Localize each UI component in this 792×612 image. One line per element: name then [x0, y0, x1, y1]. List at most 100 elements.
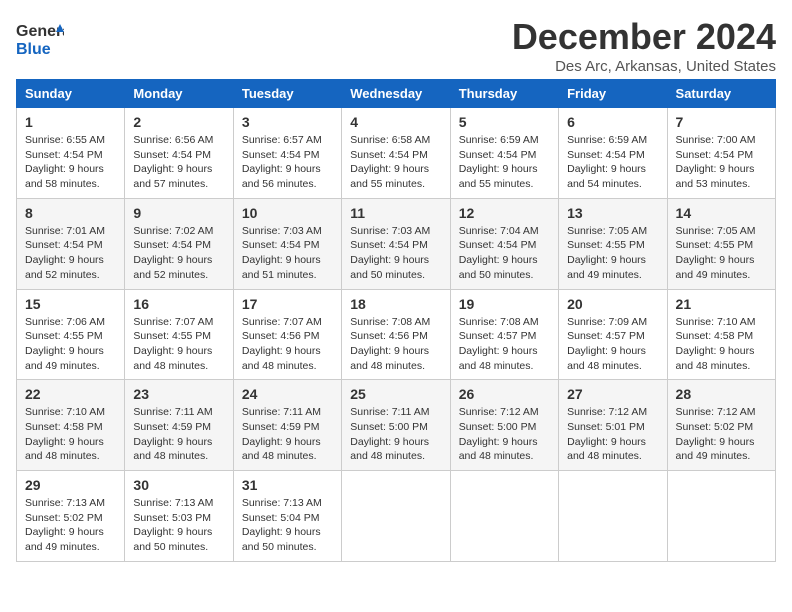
- daylight-label: Daylight: 9 hours and 49 minutes.: [676, 254, 755, 281]
- daylight-label: Daylight: 9 hours and 57 minutes.: [133, 163, 212, 190]
- weekday-header-monday: Monday: [125, 80, 233, 108]
- sunset-label: Sunset: 4:55 PM: [25, 330, 103, 342]
- sunrise-label: Sunrise: 7:05 AM: [676, 225, 756, 237]
- day-number: 22: [25, 386, 116, 402]
- title-area: December 2024 Des Arc, Arkansas, United …: [512, 16, 776, 75]
- day-number: 8: [25, 205, 116, 221]
- daylight-label: Daylight: 9 hours and 55 minutes.: [350, 163, 429, 190]
- sunrise-label: Sunrise: 6:59 AM: [567, 134, 647, 146]
- day-number: 3: [242, 114, 333, 130]
- calendar-cell: 1 Sunrise: 6:55 AM Sunset: 4:54 PM Dayli…: [17, 108, 125, 199]
- calendar-week-2: 8 Sunrise: 7:01 AM Sunset: 4:54 PM Dayli…: [17, 198, 776, 289]
- sunrise-label: Sunrise: 6:55 AM: [25, 134, 105, 146]
- sunrise-label: Sunrise: 7:06 AM: [25, 316, 105, 328]
- sunset-label: Sunset: 5:00 PM: [459, 421, 537, 433]
- day-number: 14: [676, 205, 767, 221]
- sunrise-label: Sunrise: 7:07 AM: [133, 316, 213, 328]
- sunset-label: Sunset: 4:57 PM: [567, 330, 645, 342]
- location: Des Arc, Arkansas, United States: [512, 58, 776, 75]
- sunset-label: Sunset: 4:54 PM: [567, 149, 645, 161]
- daylight-label: Daylight: 9 hours and 55 minutes.: [459, 163, 538, 190]
- daylight-label: Daylight: 9 hours and 48 minutes.: [676, 345, 755, 372]
- calendar-cell: 14 Sunrise: 7:05 AM Sunset: 4:55 PM Dayl…: [667, 198, 775, 289]
- day-info: Sunrise: 7:10 AM Sunset: 4:58 PM Dayligh…: [676, 315, 767, 374]
- sunset-label: Sunset: 4:54 PM: [676, 149, 754, 161]
- daylight-label: Daylight: 9 hours and 48 minutes.: [350, 345, 429, 372]
- day-info: Sunrise: 6:55 AM Sunset: 4:54 PM Dayligh…: [25, 133, 116, 192]
- sunrise-label: Sunrise: 7:02 AM: [133, 225, 213, 237]
- sunrise-label: Sunrise: 7:13 AM: [133, 497, 213, 509]
- sunset-label: Sunset: 5:02 PM: [25, 512, 103, 524]
- sunset-label: Sunset: 4:55 PM: [676, 239, 754, 251]
- sunset-label: Sunset: 4:54 PM: [350, 149, 428, 161]
- calendar-cell: 24 Sunrise: 7:11 AM Sunset: 4:59 PM Dayl…: [233, 380, 341, 471]
- calendar-table: SundayMondayTuesdayWednesdayThursdayFrid…: [16, 79, 776, 562]
- day-number: 10: [242, 205, 333, 221]
- calendar-week-4: 22 Sunrise: 7:10 AM Sunset: 4:58 PM Dayl…: [17, 380, 776, 471]
- daylight-label: Daylight: 9 hours and 50 minutes.: [459, 254, 538, 281]
- day-info: Sunrise: 6:57 AM Sunset: 4:54 PM Dayligh…: [242, 133, 333, 192]
- sunset-label: Sunset: 4:54 PM: [25, 239, 103, 251]
- day-info: Sunrise: 7:12 AM Sunset: 5:00 PM Dayligh…: [459, 405, 550, 464]
- sunset-label: Sunset: 5:00 PM: [350, 421, 428, 433]
- day-info: Sunrise: 7:13 AM Sunset: 5:03 PM Dayligh…: [133, 496, 224, 555]
- daylight-label: Daylight: 9 hours and 51 minutes.: [242, 254, 321, 281]
- calendar-cell: 26 Sunrise: 7:12 AM Sunset: 5:00 PM Dayl…: [450, 380, 558, 471]
- calendar-cell: [559, 471, 667, 562]
- calendar-cell: 11 Sunrise: 7:03 AM Sunset: 4:54 PM Dayl…: [342, 198, 450, 289]
- day-info: Sunrise: 7:11 AM Sunset: 4:59 PM Dayligh…: [133, 405, 224, 464]
- sunrise-label: Sunrise: 7:12 AM: [676, 406, 756, 418]
- day-info: Sunrise: 7:12 AM Sunset: 5:01 PM Dayligh…: [567, 405, 658, 464]
- day-number: 21: [676, 296, 767, 312]
- sunset-label: Sunset: 4:58 PM: [676, 330, 754, 342]
- sunset-label: Sunset: 5:04 PM: [242, 512, 320, 524]
- sunset-label: Sunset: 5:01 PM: [567, 421, 645, 433]
- sunrise-label: Sunrise: 6:56 AM: [133, 134, 213, 146]
- sunrise-label: Sunrise: 7:03 AM: [242, 225, 322, 237]
- sunset-label: Sunset: 4:59 PM: [133, 421, 211, 433]
- day-number: 17: [242, 296, 333, 312]
- day-info: Sunrise: 7:03 AM Sunset: 4:54 PM Dayligh…: [242, 224, 333, 283]
- calendar-cell: 30 Sunrise: 7:13 AM Sunset: 5:03 PM Dayl…: [125, 471, 233, 562]
- logo-icon: General Blue: [16, 16, 64, 60]
- calendar-cell: 2 Sunrise: 6:56 AM Sunset: 4:54 PM Dayli…: [125, 108, 233, 199]
- daylight-label: Daylight: 9 hours and 49 minutes.: [25, 345, 104, 372]
- calendar-cell: 27 Sunrise: 7:12 AM Sunset: 5:01 PM Dayl…: [559, 380, 667, 471]
- daylight-label: Daylight: 9 hours and 48 minutes.: [242, 436, 321, 463]
- calendar-body: 1 Sunrise: 6:55 AM Sunset: 4:54 PM Dayli…: [17, 108, 776, 562]
- daylight-label: Daylight: 9 hours and 48 minutes.: [459, 345, 538, 372]
- daylight-label: Daylight: 9 hours and 48 minutes.: [567, 345, 646, 372]
- sunset-label: Sunset: 4:54 PM: [459, 149, 537, 161]
- day-number: 23: [133, 386, 224, 402]
- sunrise-label: Sunrise: 7:04 AM: [459, 225, 539, 237]
- sunrise-label: Sunrise: 7:11 AM: [350, 406, 429, 418]
- logo: General Blue: [16, 16, 64, 60]
- day-number: 2: [133, 114, 224, 130]
- daylight-label: Daylight: 9 hours and 49 minutes.: [676, 436, 755, 463]
- sunrise-label: Sunrise: 7:05 AM: [567, 225, 647, 237]
- day-info: Sunrise: 7:05 AM Sunset: 4:55 PM Dayligh…: [676, 224, 767, 283]
- calendar-cell: 9 Sunrise: 7:02 AM Sunset: 4:54 PM Dayli…: [125, 198, 233, 289]
- day-info: Sunrise: 7:11 AM Sunset: 5:00 PM Dayligh…: [350, 405, 441, 464]
- calendar-cell: 22 Sunrise: 7:10 AM Sunset: 4:58 PM Dayl…: [17, 380, 125, 471]
- daylight-label: Daylight: 9 hours and 50 minutes.: [242, 526, 321, 553]
- day-info: Sunrise: 6:56 AM Sunset: 4:54 PM Dayligh…: [133, 133, 224, 192]
- sunrise-label: Sunrise: 7:12 AM: [459, 406, 539, 418]
- sunset-label: Sunset: 4:54 PM: [133, 239, 211, 251]
- day-number: 9: [133, 205, 224, 221]
- day-number: 7: [676, 114, 767, 130]
- sunset-label: Sunset: 4:54 PM: [133, 149, 211, 161]
- calendar-week-3: 15 Sunrise: 7:06 AM Sunset: 4:55 PM Dayl…: [17, 289, 776, 380]
- sunrise-label: Sunrise: 6:58 AM: [350, 134, 430, 146]
- day-number: 31: [242, 477, 333, 493]
- day-info: Sunrise: 6:59 AM Sunset: 4:54 PM Dayligh…: [567, 133, 658, 192]
- calendar-cell: 13 Sunrise: 7:05 AM Sunset: 4:55 PM Dayl…: [559, 198, 667, 289]
- daylight-label: Daylight: 9 hours and 48 minutes.: [350, 436, 429, 463]
- day-number: 15: [25, 296, 116, 312]
- day-info: Sunrise: 7:06 AM Sunset: 4:55 PM Dayligh…: [25, 315, 116, 374]
- day-number: 4: [350, 114, 441, 130]
- calendar-cell: [450, 471, 558, 562]
- sunrise-label: Sunrise: 7:01 AM: [25, 225, 105, 237]
- day-info: Sunrise: 7:13 AM Sunset: 5:04 PM Dayligh…: [242, 496, 333, 555]
- sunset-label: Sunset: 4:59 PM: [242, 421, 320, 433]
